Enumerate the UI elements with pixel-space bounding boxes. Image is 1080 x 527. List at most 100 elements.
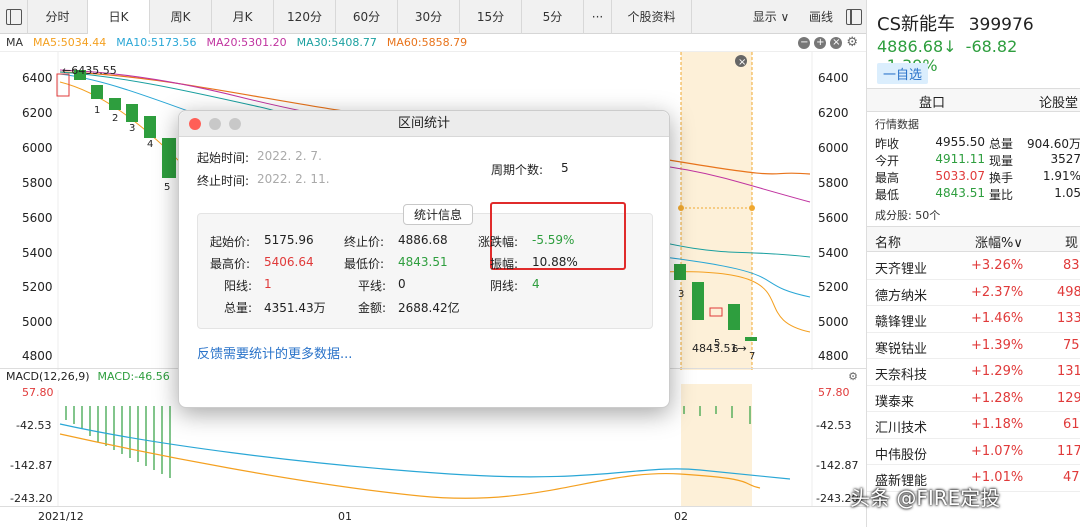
tab-forum[interactable]: 论股堂 xyxy=(1039,92,1078,111)
y-tick-right: 5400 xyxy=(818,246,849,260)
quote-row: 最低 4843.51 量比 1.05 xyxy=(875,186,1080,202)
candle xyxy=(692,282,704,320)
candle-index: 3 xyxy=(678,289,685,300)
quote-row: 今开 4911.11 现量 3527 xyxy=(875,152,1080,168)
stats-panel: 统计信息 起始价: 5175.96 终止价: 4886.68 涨跌幅: -5.5… xyxy=(197,202,653,329)
tab-120min[interactable]: 120分 xyxy=(274,0,336,34)
constituent-row[interactable]: 中伟股份 +1.07% 117 xyxy=(867,439,1080,465)
constituent-row[interactable]: 天齐锂业 +3.26% 83 xyxy=(867,253,1080,280)
tab-30min[interactable]: 30分 xyxy=(398,0,460,34)
draw-line-button[interactable]: 画线 xyxy=(800,0,842,34)
ma10-value: MA10:5173.56 xyxy=(116,36,197,49)
tab-intraday[interactable]: 分时 xyxy=(28,0,88,34)
low-price-label: 最低价: xyxy=(344,257,385,271)
start-time-field[interactable]: 2022. 2. 7. xyxy=(257,149,322,163)
y-tick-right: 5200 xyxy=(818,280,849,294)
constituent-row[interactable]: 璞泰来 +1.28% 129 xyxy=(867,386,1080,412)
tab-60min[interactable]: 60分 xyxy=(336,0,398,34)
add-watchlist-button[interactable]: 一自选 xyxy=(877,63,929,84)
gear-icon[interactable]: ⚙ xyxy=(846,36,858,49)
panel-toggle-button[interactable] xyxy=(842,0,866,34)
yin-value: 4 xyxy=(532,277,540,291)
macd-histogram xyxy=(65,406,751,478)
candle xyxy=(728,304,740,330)
watermark: 头条 @FIRE定投 xyxy=(850,486,1001,510)
candle xyxy=(745,337,757,341)
right-panel: CS新能车 399976 4886.68↓ -68.82 -1.39% 一自选 … xyxy=(866,0,1080,527)
y-tick: 6200 xyxy=(22,106,53,120)
stock-profile-button[interactable]: 个股资料 xyxy=(612,0,692,34)
display-menu[interactable]: 显示 ∨ xyxy=(742,0,800,34)
minus-icon[interactable]: − xyxy=(798,37,811,49)
date-axis: 2021/12 01 02 xyxy=(0,506,866,527)
constituent-row[interactable]: 天奈科技 +1.29% 131 xyxy=(867,359,1080,386)
feedback-link[interactable]: 反馈需要统计的更多数据... xyxy=(197,343,352,362)
col-name-header[interactable]: 名称 xyxy=(875,232,901,251)
candle xyxy=(674,264,686,280)
close-icon[interactable]: × xyxy=(830,37,843,49)
flat-value: 0 xyxy=(398,277,406,291)
candle-index: 4 xyxy=(147,139,154,150)
constituent-row[interactable]: 汇川技术 +1.18% 61 xyxy=(867,412,1080,439)
change-value: -5.59% xyxy=(532,233,575,247)
ma-legend: MA MA5:5034.44 MA10:5173.56 MA20:5301.20… xyxy=(0,34,866,52)
candle-index: 1 xyxy=(94,105,101,116)
constituents-header: 名称 涨幅%∨ 现 xyxy=(867,226,1080,252)
ma30-value: MA30:5408.77 xyxy=(296,36,377,49)
flat-label: 平线: xyxy=(358,279,387,293)
constituent-row[interactable]: 德方纳米 +2.37% 498 xyxy=(867,280,1080,306)
constituent-row[interactable]: 赣锋锂业 +1.46% 133 xyxy=(867,306,1080,333)
tab-order-book[interactable]: 盘口 xyxy=(919,92,945,111)
tab-daily-k[interactable]: 日K xyxy=(88,0,150,34)
col-change-header[interactable]: 涨幅%∨ xyxy=(975,232,1023,251)
tab-15min[interactable]: 15分 xyxy=(460,0,522,34)
panel-icon xyxy=(846,8,862,25)
low-price-value: 4843.51 xyxy=(398,255,448,269)
sidebar-toggle-button[interactable] xyxy=(0,0,28,34)
minimize-window-icon[interactable] xyxy=(209,118,221,130)
close-window-icon[interactable] xyxy=(189,118,201,130)
end-time-field[interactable]: 2022. 2. 11. xyxy=(257,172,330,186)
candle xyxy=(56,73,70,97)
dialog-titlebar[interactable]: 区间统计 xyxy=(179,111,669,137)
start-price-value: 5175.96 xyxy=(264,233,314,247)
y-tick-right: 5600 xyxy=(818,211,849,225)
volume-value: 4351.43万 xyxy=(264,301,326,315)
macd-gear-icon[interactable]: ⚙ xyxy=(848,370,858,383)
amount-label: 金额: xyxy=(358,301,387,315)
macd-y-tick: 57.80 xyxy=(22,386,54,399)
period-count-value: 5 xyxy=(561,161,569,175)
macd-y-tick-right: -142.87 xyxy=(816,459,859,472)
tab-monthly-k[interactable]: 月K xyxy=(212,0,274,34)
y-tick: 5600 xyxy=(22,211,53,225)
dialog-title: 区间统计 xyxy=(397,116,450,131)
candle-index: 3 xyxy=(129,123,136,134)
macd-y-tick-right: 57.80 xyxy=(818,386,850,399)
constituent-row[interactable]: 寒锐钴业 +1.39% 75 xyxy=(867,333,1080,359)
stock-name: CS新能车 xyxy=(877,14,955,35)
tab-weekly-k[interactable]: 周K xyxy=(150,0,212,34)
plus-icon[interactable]: + xyxy=(814,37,827,49)
quote-row: 昨收 4955.50 总量 904.60万 xyxy=(875,135,1080,151)
stats-info-button[interactable]: 统计信息 xyxy=(403,204,474,225)
date-tick: 02 xyxy=(674,510,688,523)
high-price-label: ←6435.55 xyxy=(62,64,117,77)
ma-label[interactable]: MA xyxy=(6,36,23,49)
candle xyxy=(126,104,138,122)
macd-label[interactable]: MACD(12,26,9) xyxy=(6,370,90,383)
more-periods-button[interactable]: ··· xyxy=(584,0,612,34)
macd-y-tick-right: -42.53 xyxy=(816,419,852,432)
col-price-header[interactable]: 现 xyxy=(1065,232,1078,251)
yin-label: 阴线: xyxy=(490,279,519,293)
macd-y-tick: -42.53 xyxy=(16,419,52,432)
zoom-window-icon[interactable] xyxy=(229,118,241,130)
macd-y-tick: -142.87 xyxy=(10,459,53,472)
candle xyxy=(162,138,176,178)
tab-5min[interactable]: 5分 xyxy=(522,0,584,34)
candle-index: 5 xyxy=(714,338,721,349)
y-tick-right: 5000 xyxy=(818,315,849,329)
yang-value: 1 xyxy=(264,277,272,291)
candle-index: 2 xyxy=(112,113,119,124)
candle-index: 7 xyxy=(749,351,756,362)
y-tick-right: 6400 xyxy=(818,71,849,85)
